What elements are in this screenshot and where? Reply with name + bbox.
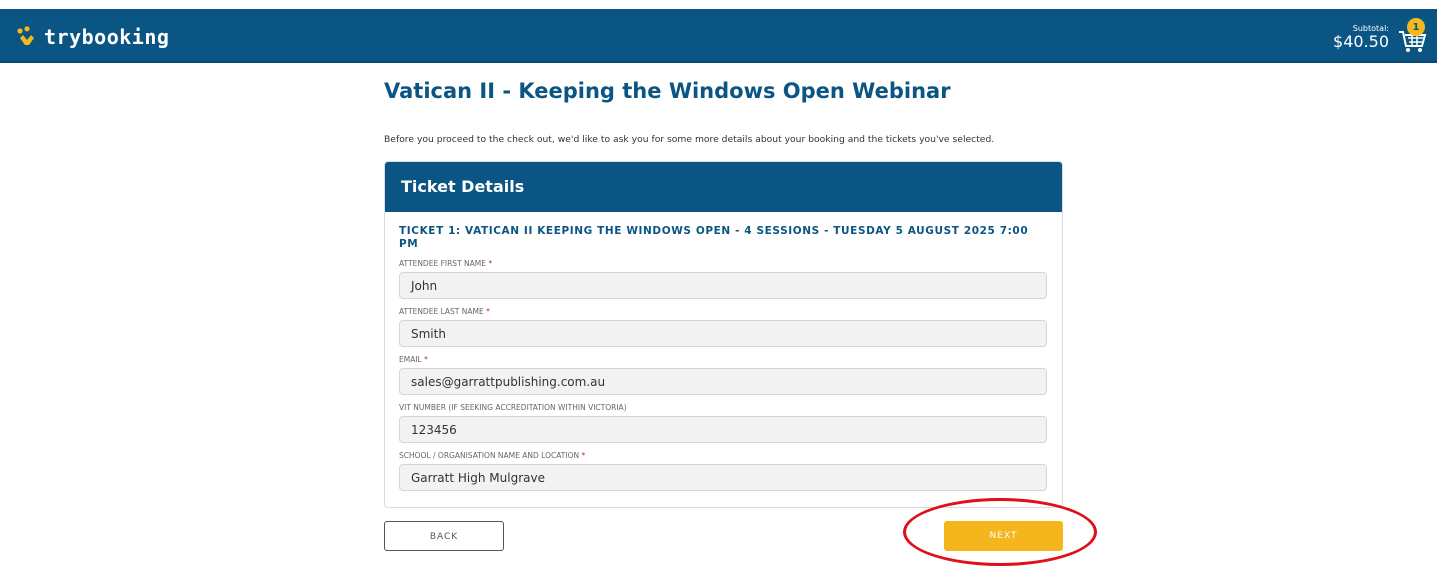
intro-text: Before you proceed to the check out, we'… [384,134,995,145]
last-name-field: ATTENDEE LAST NAME * Smith [399,307,1048,347]
required-marker: * [488,259,493,268]
email-field: EMAIL * sales@garrattpublishing.com.au [399,355,1048,395]
field-label: EMAIL [399,355,422,364]
organisation-field: SCHOOL / ORGANISATION NAME AND LOCATION … [399,451,1048,491]
field-label: VIT NUMBER (IF SEEKING ACCREDITATION WIT… [399,403,627,412]
trybooking-logo[interactable]: trybooking [16,24,169,50]
vit-number-field: VIT NUMBER (IF SEEKING ACCREDITATION WIT… [399,403,1048,443]
first-name-input[interactable]: John [399,272,1047,299]
first-name-field: ATTENDEE FIRST NAME * John [399,259,1048,299]
required-marker: * [486,307,490,316]
cart-button[interactable]: 1 [1397,18,1427,54]
subtotal-value: $40.50 [1333,31,1389,51]
card-body: TICKET 1: VATICAN II KEEPING THE WINDOWS… [385,212,1062,491]
card-heading: Ticket Details [385,162,1062,212]
cart-summary[interactable]: Subtotal: $40.50 1 [1333,17,1427,57]
email-input[interactable]: sales@garrattpublishing.com.au [399,368,1047,395]
logo-text: trybooking [44,25,170,49]
page-title: Vatican II - Keeping the Windows Open We… [384,79,951,103]
required-marker: * [581,451,586,460]
field-label: SCHOOL / ORGANISATION NAME AND LOCATION [399,451,580,460]
field-label: ATTENDEE LAST NAME [399,307,484,316]
organisation-input[interactable]: Garratt High Mulgrave [399,464,1047,491]
subtotal: Subtotal: $40.50 [1333,24,1389,51]
top-header: trybooking Subtotal: $40.50 1 [0,9,1437,63]
cart-count-badge: 1 [1407,18,1425,36]
annotation-circle [903,498,1097,566]
field-label: ATTENDEE FIRST NAME [399,259,486,268]
ticket-details-card: Ticket Details TICKET 1: VATICAN II KEEP… [384,161,1063,508]
last-name-input[interactable]: Smith [399,320,1047,347]
trybooking-mark-icon [17,26,34,45]
back-button[interactable]: BACK [384,521,504,551]
vit-number-input[interactable]: 123456 [399,416,1047,443]
required-marker: * [424,355,428,364]
ticket-title: TICKET 1: VATICAN II KEEPING THE WINDOWS… [399,225,1029,250]
